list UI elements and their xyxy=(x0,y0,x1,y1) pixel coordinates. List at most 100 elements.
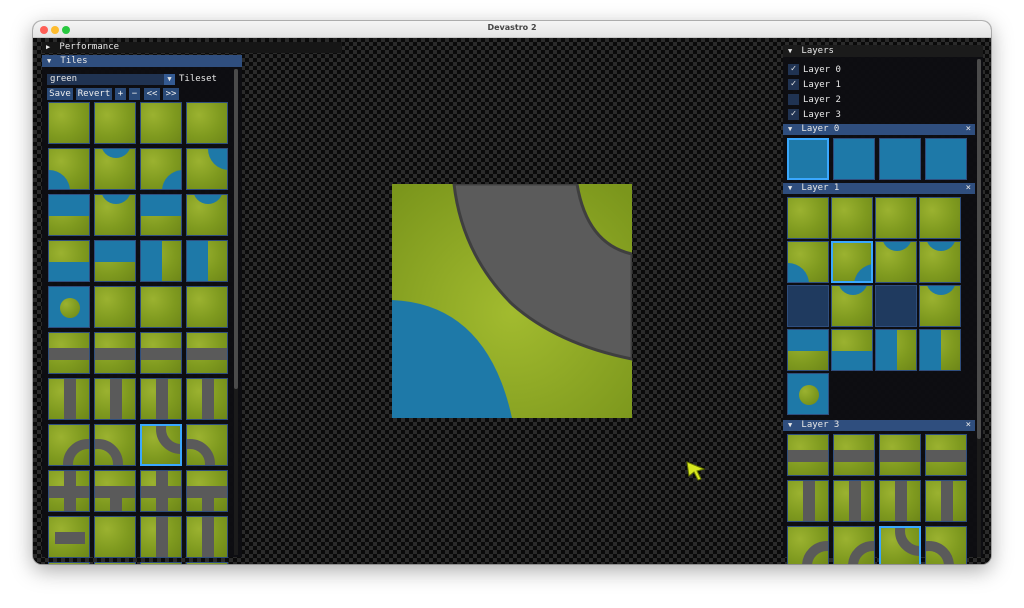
tile-item[interactable] xyxy=(919,329,961,371)
tile-item[interactable] xyxy=(94,194,136,236)
remove-tile-button[interactable]: − xyxy=(129,88,140,100)
tile-item[interactable] xyxy=(833,526,875,564)
tile-item[interactable] xyxy=(787,434,829,476)
layer-0-checkbox[interactable]: ✓ xyxy=(788,64,799,75)
tile-item[interactable] xyxy=(140,286,182,328)
tile-item[interactable] xyxy=(925,480,967,522)
tile-item[interactable] xyxy=(875,241,917,283)
tile-item[interactable] xyxy=(879,480,921,522)
tile-item[interactable] xyxy=(875,197,917,239)
tile-item[interactable] xyxy=(94,424,136,466)
tile-item[interactable] xyxy=(94,516,136,558)
close-icon[interactable]: × xyxy=(966,420,971,431)
tile-item[interactable] xyxy=(186,562,228,564)
performance-header[interactable]: ▶ Performance xyxy=(42,42,342,53)
tile-item[interactable] xyxy=(48,286,90,328)
tile-item[interactable] xyxy=(186,194,228,236)
tile-item[interactable] xyxy=(48,378,90,420)
tile-item[interactable] xyxy=(48,240,90,282)
tile-item[interactable] xyxy=(831,197,873,239)
tile-item[interactable] xyxy=(879,434,921,476)
tile-item[interactable] xyxy=(925,434,967,476)
layer-1-checkbox[interactable]: ✓ xyxy=(788,79,799,90)
tile-item[interactable] xyxy=(787,526,829,564)
layers-scrollbar-thumb[interactable] xyxy=(977,59,981,439)
tile-item[interactable] xyxy=(94,378,136,420)
tile-item[interactable] xyxy=(94,562,136,564)
tile-item[interactable] xyxy=(94,286,136,328)
tile-item[interactable] xyxy=(831,329,873,371)
tile-item[interactable] xyxy=(831,241,873,283)
layer-3-section-header[interactable]: ▼ Layer 3 × xyxy=(783,420,975,431)
add-tile-button[interactable]: + xyxy=(115,88,126,100)
tile-item[interactable] xyxy=(48,102,90,144)
layer-2-checkbox[interactable] xyxy=(788,94,799,105)
tile-item[interactable] xyxy=(140,240,182,282)
tiles-scrollbar-thumb[interactable] xyxy=(234,69,238,389)
tile-item[interactable] xyxy=(186,148,228,190)
tile-item[interactable] xyxy=(787,285,829,327)
tileset-combo[interactable]: green xyxy=(47,74,164,85)
tile-item[interactable] xyxy=(925,526,967,564)
tile-item[interactable] xyxy=(186,424,228,466)
layers-panel-header[interactable]: ▼ Layers xyxy=(783,45,983,57)
tile-item[interactable] xyxy=(875,285,917,327)
tile-item[interactable] xyxy=(140,332,182,374)
tile-item[interactable] xyxy=(186,286,228,328)
tile-item[interactable] xyxy=(833,138,875,180)
tile-item[interactable] xyxy=(48,424,90,466)
tile-item[interactable] xyxy=(186,516,228,558)
tile-preview[interactable] xyxy=(392,184,632,418)
tile-item[interactable] xyxy=(140,516,182,558)
tile-item[interactable] xyxy=(787,480,829,522)
revert-button[interactable]: Revert xyxy=(76,88,112,100)
tile-item[interactable] xyxy=(787,373,829,415)
editor-canvas[interactable]: ▶ Performance ▼ Tiles green ▼ Tileset Sa… xyxy=(33,38,991,564)
tile-item[interactable] xyxy=(48,516,90,558)
next-page-button[interactable]: >> xyxy=(163,88,179,100)
layers-scrollbar[interactable] xyxy=(977,59,981,557)
tile-item[interactable] xyxy=(94,102,136,144)
close-icon[interactable]: × xyxy=(966,124,971,135)
tile-item[interactable] xyxy=(140,470,182,512)
layer-0-section-header[interactable]: ▼ Layer 0 × xyxy=(783,124,975,135)
tile-item[interactable] xyxy=(875,329,917,371)
tile-item[interactable] xyxy=(94,148,136,190)
previous-page-button[interactable]: << xyxy=(144,88,160,100)
tile-item[interactable] xyxy=(140,378,182,420)
tile-item[interactable] xyxy=(186,102,228,144)
tile-item[interactable] xyxy=(140,194,182,236)
tile-item[interactable] xyxy=(48,562,90,564)
tile-item[interactable] xyxy=(48,148,90,190)
tile-item[interactable] xyxy=(48,194,90,236)
tile-item[interactable] xyxy=(48,332,90,374)
tile-item[interactable] xyxy=(879,138,921,180)
tile-item[interactable] xyxy=(833,434,875,476)
close-icon[interactable]: × xyxy=(966,183,971,194)
tile-item[interactable] xyxy=(787,138,829,180)
tile-item[interactable] xyxy=(94,240,136,282)
tile-item[interactable] xyxy=(833,480,875,522)
tile-item[interactable] xyxy=(919,197,961,239)
tile-item[interactable] xyxy=(879,526,921,564)
tile-item[interactable] xyxy=(787,241,829,283)
save-button[interactable]: Save xyxy=(47,88,73,100)
combo-arrow-icon[interactable]: ▼ xyxy=(164,74,175,85)
tile-item[interactable] xyxy=(787,329,829,371)
tile-item[interactable] xyxy=(48,470,90,512)
tile-item[interactable] xyxy=(140,562,182,564)
tiles-panel-header[interactable]: ▼ Tiles xyxy=(42,55,242,67)
tile-item[interactable] xyxy=(94,332,136,374)
tile-item[interactable] xyxy=(94,470,136,512)
tile-item[interactable] xyxy=(925,138,967,180)
layer-3-checkbox[interactable]: ✓ xyxy=(788,109,799,120)
tile-item[interactable] xyxy=(186,240,228,282)
tile-item[interactable] xyxy=(186,378,228,420)
tile-item[interactable] xyxy=(919,241,961,283)
tile-item[interactable] xyxy=(919,285,961,327)
tile-item[interactable] xyxy=(140,424,182,466)
tile-item[interactable] xyxy=(186,470,228,512)
tile-item[interactable] xyxy=(140,148,182,190)
tiles-scrollbar[interactable] xyxy=(234,69,238,555)
layer-1-section-header[interactable]: ▼ Layer 1 × xyxy=(783,183,975,194)
